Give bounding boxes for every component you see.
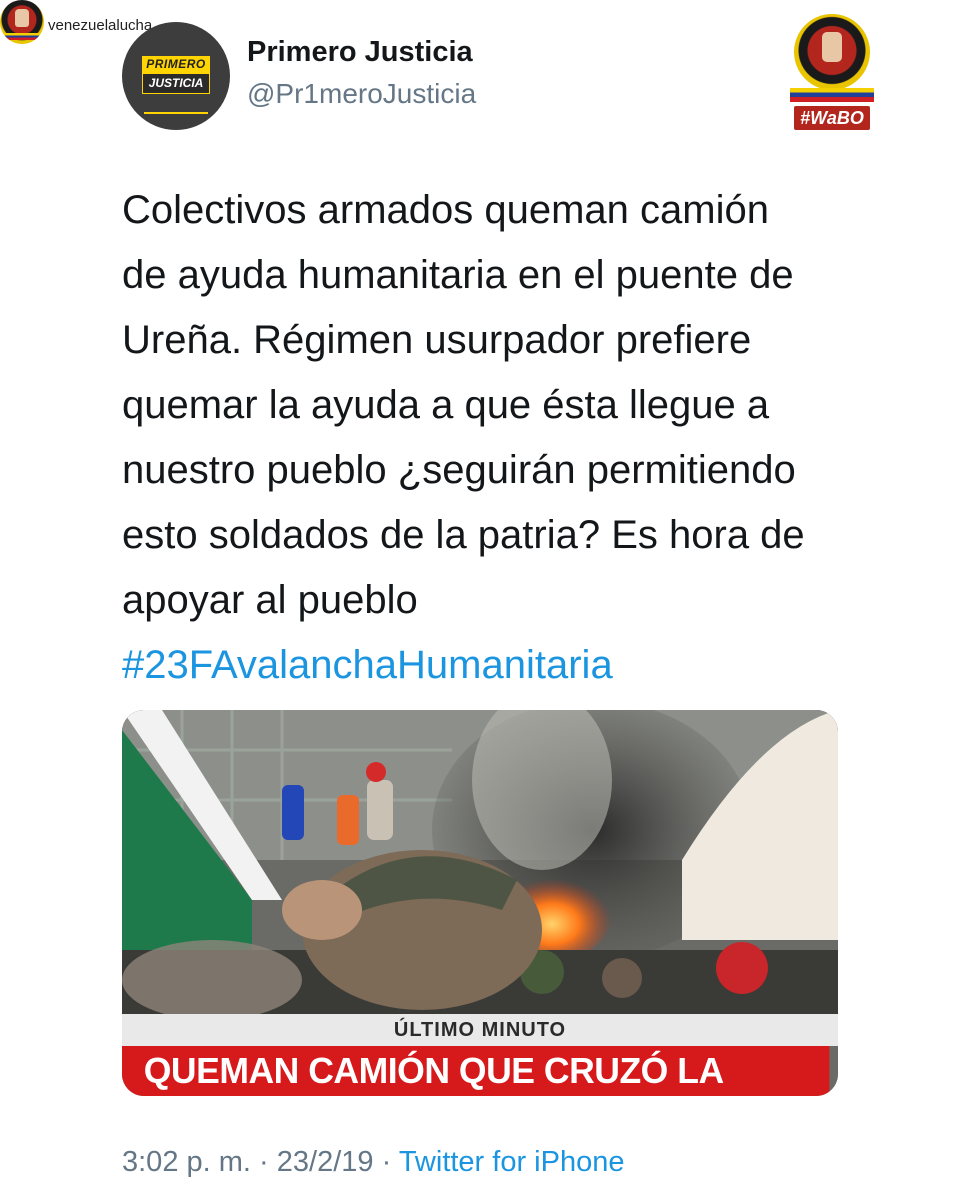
party-logo-bottom: JUSTICIA — [142, 73, 210, 94]
ticker-headline: QUEMAN CAMIÓN QUE CRUZÓ LA FRONTERA — [122, 1046, 830, 1096]
venezuela-flag-icon — [790, 88, 874, 102]
tweet-text: Colectivos armados queman camión de ayud… — [122, 188, 805, 622]
watermark-tag: #WaBO — [794, 106, 870, 130]
tweet-time[interactable]: 3:02 p. m. — [122, 1146, 251, 1178]
watermark-logo: #WaBO — [790, 14, 874, 132]
repost-avatar[interactable] — [0, 0, 44, 44]
ticker-label: ÚLTIMO MINUTO — [122, 1014, 838, 1046]
hashtag-link[interactable]: #23FAvalanchaHumanitaria — [122, 633, 613, 698]
instagram-repost-screenshot: venezuelalucha PRIMERO JUSTICIA Primero … — [0, 0, 960, 1200]
venezuela-flag-icon — [0, 33, 44, 40]
meta-separator: · — [381, 1146, 392, 1178]
fist-icon — [15, 9, 29, 27]
party-logo: PRIMERO JUSTICIA — [142, 56, 210, 94]
profile-avatar[interactable]: PRIMERO JUSTICIA — [122, 22, 230, 130]
repost-username[interactable]: venezuelalucha — [48, 17, 152, 34]
display-name[interactable]: Primero Justicia — [247, 36, 473, 69]
tweet-source[interactable]: Twitter for iPhone — [399, 1146, 625, 1178]
tweet-date[interactable]: 23/2/19 — [277, 1146, 374, 1178]
user-handle[interactable]: @Pr1meroJusticia — [247, 78, 476, 110]
fist-icon — [822, 32, 842, 62]
tweet-media-image[interactable]: ÚLTIMO MINUTO QUEMAN CAMIÓN QUE CRUZÓ LA… — [122, 710, 838, 1096]
repost-header[interactable]: venezuelalucha — [0, 0, 152, 46]
party-logo-top: PRIMERO — [142, 56, 210, 73]
tweet-metadata: 3:02 p. m. · 23/2/19 · Twitter for iPhon… — [122, 1146, 624, 1179]
logo-underline — [144, 112, 208, 114]
meta-separator: · — [259, 1146, 269, 1178]
